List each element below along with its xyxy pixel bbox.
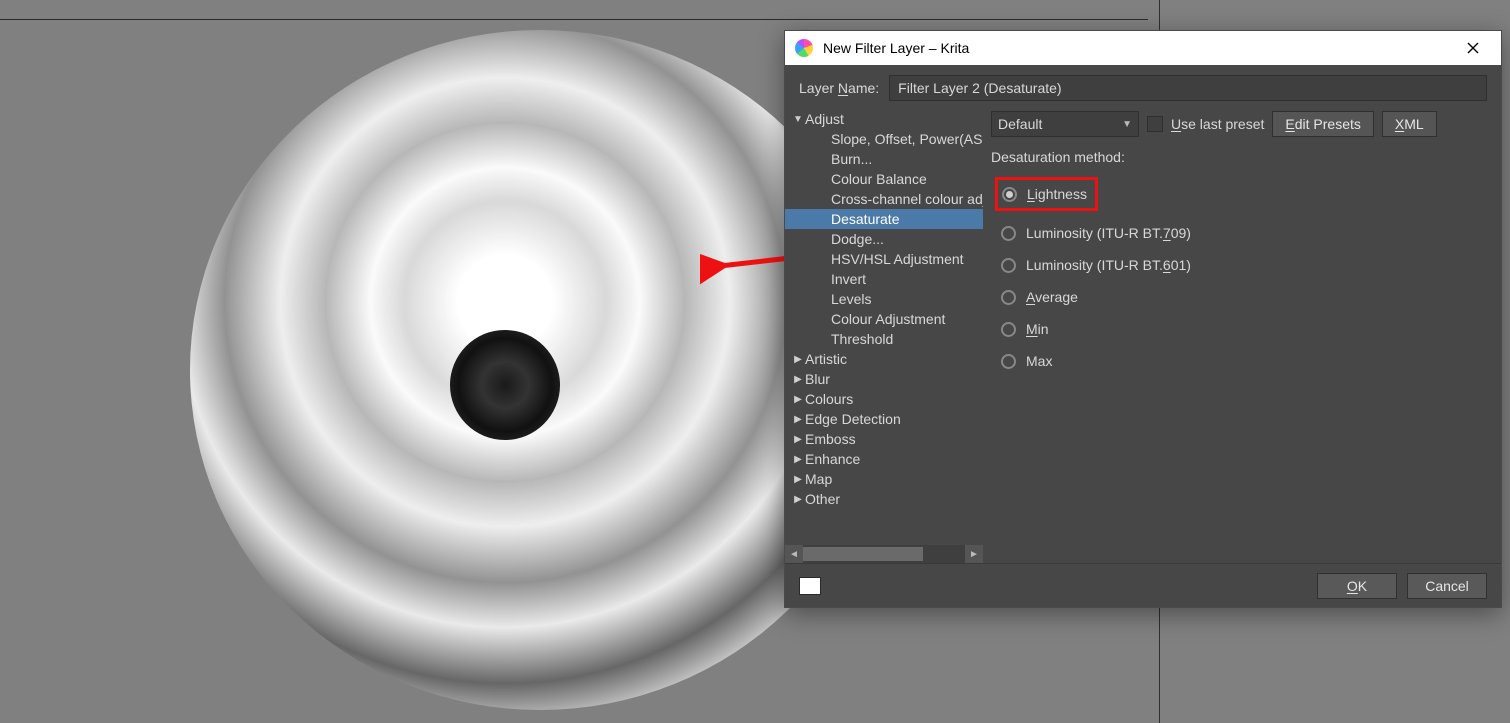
ok-button[interactable]: OK: [1317, 573, 1397, 599]
preview-swatch[interactable]: [799, 577, 821, 595]
tree-h-scrollbar[interactable]: ◄ ►: [785, 545, 983, 563]
tree-item[interactable]: Cross-channel colour adjustment: [785, 189, 983, 209]
scroll-thumb[interactable]: [803, 547, 923, 561]
annotation-highlight-box: Lightness: [995, 177, 1098, 211]
tree-group[interactable]: ▶Edge Detection: [785, 409, 983, 429]
tree-group[interactable]: ▶Enhance: [785, 449, 983, 469]
tree-item[interactable]: HSV/HSL Adjustment: [785, 249, 983, 269]
tree-group[interactable]: ▶Colours: [785, 389, 983, 409]
chevron-right-icon: ▶: [791, 394, 805, 405]
radio-label: Min: [1026, 321, 1049, 337]
radio-icon: [1001, 226, 1016, 241]
radio-lightness[interactable]: Lightness: [1002, 184, 1087, 204]
radio-label: Luminosity (ITU-R BT.601): [1026, 257, 1191, 273]
tree-group-adjust[interactable]: ▼Adjust: [785, 109, 983, 129]
cancel-button[interactable]: Cancel: [1407, 573, 1487, 599]
scroll-right-button[interactable]: ►: [965, 545, 983, 563]
tree-item-desaturate[interactable]: Desaturate: [785, 209, 983, 229]
tree-group[interactable]: ▶Emboss: [785, 429, 983, 449]
chevron-right-icon: ▶: [791, 494, 805, 505]
radio-label: Average: [1026, 289, 1078, 305]
chevron-right-icon: ▶: [791, 434, 805, 445]
radio-average[interactable]: Average: [1001, 287, 1487, 307]
chevron-down-icon: ▼: [1122, 119, 1132, 130]
layer-name-input[interactable]: [889, 75, 1487, 101]
radio-max[interactable]: Max: [1001, 351, 1487, 371]
preset-combo[interactable]: Default ▼: [991, 111, 1139, 137]
chevron-right-icon: ▶: [791, 414, 805, 425]
dialog-titlebar[interactable]: New Filter Layer – Krita: [785, 31, 1501, 65]
radio-icon: [1001, 354, 1016, 369]
radio-icon: [1001, 258, 1016, 273]
dialog-title: New Filter Layer – Krita: [823, 40, 969, 56]
tree-item[interactable]: Colour Balance: [785, 169, 983, 189]
tree-item[interactable]: Levels: [785, 289, 983, 309]
desaturation-method-label: Desaturation method:: [991, 149, 1487, 165]
filter-tree[interactable]: ▼Adjust Slope, Offset, Power(ASC-CDL) Bu…: [785, 109, 983, 563]
radio-label: Luminosity (ITU-R BT.709): [1026, 225, 1191, 241]
radio-luminosity-709[interactable]: Luminosity (ITU-R BT.709): [1001, 223, 1487, 243]
use-last-preset-checkbox[interactable]: [1147, 116, 1163, 132]
tree-group[interactable]: ▶Artistic: [785, 349, 983, 369]
preset-value: Default: [998, 116, 1042, 132]
radio-min[interactable]: Min: [1001, 319, 1487, 339]
chevron-right-icon: ▶: [791, 354, 805, 365]
radio-label: Lightness: [1027, 186, 1087, 202]
tree-group[interactable]: ▶Blur: [785, 369, 983, 389]
chevron-right-icon: ▶: [791, 454, 805, 465]
tree-item[interactable]: Threshold: [785, 329, 983, 349]
radio-label: Max: [1026, 353, 1052, 369]
tree-item[interactable]: Colour Adjustment: [785, 309, 983, 329]
new-filter-layer-dialog: New Filter Layer – Krita Layer Name: ▼Ad…: [784, 30, 1502, 608]
tree-item[interactable]: Dodge...: [785, 229, 983, 249]
radio-icon: [1001, 322, 1016, 337]
close-icon: [1467, 42, 1479, 54]
xml-button[interactable]: XML: [1382, 111, 1437, 137]
close-button[interactable]: [1451, 33, 1495, 63]
krita-app-icon: [795, 39, 813, 57]
chevron-right-icon: ▶: [791, 474, 805, 485]
scroll-left-button[interactable]: ◄: [785, 545, 803, 563]
chevron-down-icon: ▼: [791, 114, 805, 125]
radio-icon: [1002, 187, 1017, 202]
radio-icon: [1001, 290, 1016, 305]
desaturation-radio-group: Lightness Luminosity (ITU-R BT.709) Lumi…: [991, 177, 1487, 371]
tree-group[interactable]: ▶Map: [785, 469, 983, 489]
use-last-preset-label: Use last preset: [1171, 116, 1264, 132]
tree-group[interactable]: ▶Other: [785, 489, 983, 509]
edit-presets-button[interactable]: Edit Presets: [1272, 111, 1373, 137]
scroll-track[interactable]: [803, 545, 965, 563]
tree-item[interactable]: Burn...: [785, 149, 983, 169]
layer-name-label: Layer Name:: [799, 80, 879, 96]
tree-item[interactable]: Slope, Offset, Power(ASC-CDL): [785, 129, 983, 149]
radio-luminosity-601[interactable]: Luminosity (ITU-R BT.601): [1001, 255, 1487, 275]
tree-item[interactable]: Invert: [785, 269, 983, 289]
chevron-right-icon: ▶: [791, 374, 805, 385]
